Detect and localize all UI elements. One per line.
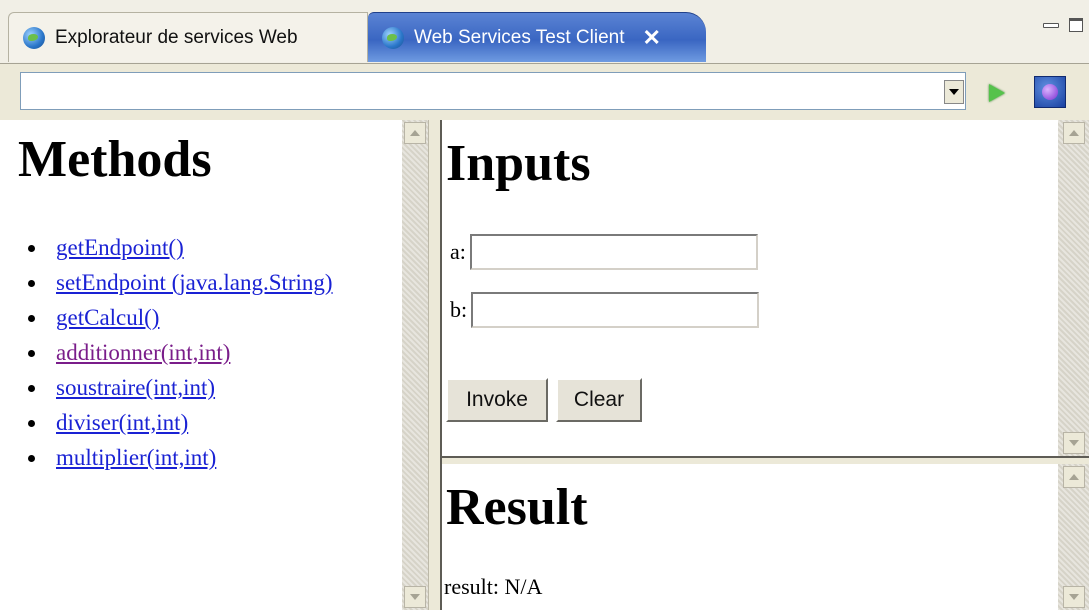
vertical-splitter[interactable] — [428, 120, 442, 610]
inputs-scrollbar[interactable] — [1058, 120, 1089, 456]
address-input[interactable] — [21, 73, 953, 107]
list-item: setEndpoint (java.lang.String) — [28, 265, 356, 300]
inputs-pane: Inputs a: b: Invoke Clear — [442, 120, 1058, 456]
field-row-a: a: — [450, 234, 758, 270]
method-link-multiplier[interactable]: multiplier(int,int) — [56, 445, 216, 470]
scroll-up-icon[interactable] — [404, 122, 426, 144]
methods-heading: Methods — [18, 131, 212, 188]
minimize-icon[interactable] — [1043, 18, 1059, 32]
method-list: getEndpoint() setEndpoint (java.lang.Str… — [28, 230, 356, 475]
method-link-soustraire[interactable]: soustraire(int,int) — [56, 375, 215, 400]
clear-button[interactable]: Clear — [556, 378, 642, 422]
methods-scrollbar[interactable] — [402, 120, 428, 610]
horizontal-splitter[interactable] — [442, 456, 1089, 464]
list-item: additionner(int,int) — [28, 335, 356, 370]
result-pane: Result result: N/A — [442, 464, 1058, 610]
result-scrollbar[interactable] — [1058, 464, 1089, 610]
list-item: diviser(int,int) — [28, 405, 356, 440]
field-label: b: — [450, 297, 468, 322]
chevron-down-icon[interactable] — [944, 80, 964, 104]
methods-pane: Methods getEndpoint() setEndpoint (java.… — [0, 120, 402, 610]
result-label: result: — [444, 574, 499, 599]
field-label: a: — [450, 239, 466, 264]
inputs-heading: Inputs — [446, 135, 591, 192]
method-link-additionner[interactable]: additionner(int,int) — [56, 340, 230, 365]
param-b-field[interactable] — [471, 292, 760, 328]
field-row-b: b: — [450, 292, 760, 328]
invoke-button[interactable]: Invoke — [446, 378, 548, 422]
globe-icon — [382, 26, 404, 49]
play-icon[interactable] — [982, 78, 1012, 108]
editor-tab-bar: Explorateur de services Web Web Services… — [0, 0, 1089, 64]
result-output: result: N/A — [444, 574, 542, 600]
scroll-down-icon[interactable] — [1063, 432, 1085, 454]
globe-icon — [23, 26, 45, 49]
result-value: N/A — [504, 574, 543, 599]
scroll-up-icon[interactable] — [1063, 122, 1085, 144]
web-services-icon[interactable] — [1034, 76, 1066, 108]
tab-web-services-explorer[interactable]: Explorateur de services Web — [8, 12, 368, 62]
address-combobox[interactable] — [20, 72, 966, 110]
scroll-down-icon[interactable] — [404, 586, 426, 608]
method-link-getcalcul[interactable]: getCalcul() — [56, 305, 159, 330]
maximize-icon[interactable] — [1069, 18, 1083, 32]
tab-label: Web Services Test Client — [414, 26, 625, 48]
scroll-up-icon[interactable] — [1063, 466, 1085, 488]
window-controls — [1043, 18, 1083, 32]
scroll-down-icon[interactable] — [1063, 586, 1085, 608]
list-item: multiplier(int,int) — [28, 440, 356, 475]
result-heading: Result — [446, 479, 588, 536]
method-link-diviser[interactable]: diviser(int,int) — [56, 410, 188, 435]
method-link-getendpoint[interactable]: getEndpoint() — [56, 235, 184, 260]
method-link-setendpoint[interactable]: setEndpoint (java.lang.String) — [56, 270, 333, 295]
tab-web-services-test-client[interactable]: Web Services Test Client ✕ — [368, 12, 706, 62]
list-item: getCalcul() — [28, 300, 356, 335]
param-a-field[interactable] — [469, 234, 758, 270]
tab-label: Explorateur de services Web — [55, 26, 298, 48]
close-tab-icon[interactable]: ✕ — [643, 25, 661, 51]
list-item: soustraire(int,int) — [28, 370, 356, 405]
list-item: getEndpoint() — [28, 230, 356, 265]
